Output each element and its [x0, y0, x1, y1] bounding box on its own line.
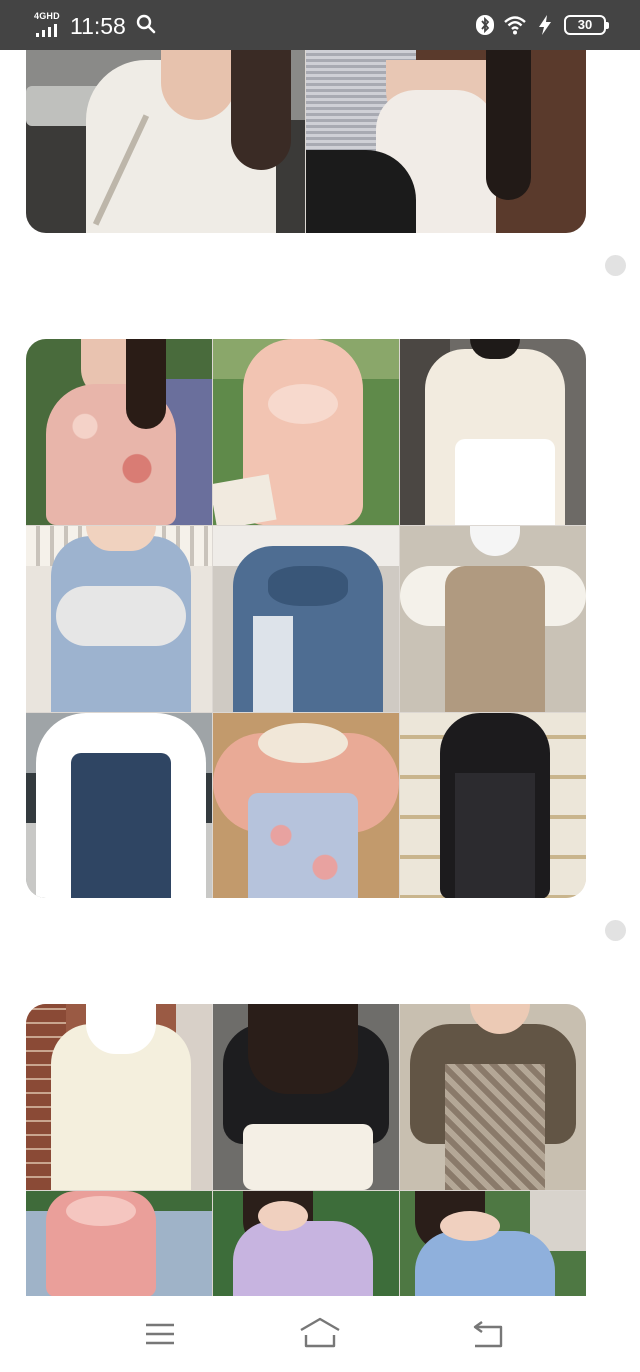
bluetooth-icon: [476, 15, 494, 35]
cream-tie-neck-dress-photo[interactable]: [400, 339, 586, 525]
home-icon[interactable]: [298, 1314, 342, 1354]
cream-lace-midi-dress-photo[interactable]: [26, 1004, 212, 1190]
battery-level: 30: [577, 17, 593, 32]
lace-collar-floral-dress-photo[interactable]: [213, 713, 399, 898]
post-options-dot[interactable]: [605, 255, 626, 276]
denim-bow-dress-photo[interactable]: [213, 526, 399, 712]
post-options-dot[interactable]: [605, 920, 626, 941]
ivory-camisole-photo[interactable]: [306, 50, 586, 233]
wifi-icon: [504, 16, 526, 35]
battery-icon: 30: [564, 15, 609, 35]
blue-floral-off-shoulder-photo[interactable]: [400, 1191, 586, 1296]
black-cardigan-ruffle-skirt-photo[interactable]: [213, 1004, 399, 1190]
cream-puff-sleeve-blouse-photo[interactable]: [26, 50, 305, 233]
search-icon[interactable]: [136, 14, 156, 34]
network-type: 4GHD: [34, 11, 60, 21]
status-bar: 4GHD 11:58 30: [0, 0, 640, 50]
brown-vest-dress-photo[interactable]: [400, 526, 586, 712]
plaid-dress-olive-cardigan-photo[interactable]: [400, 1004, 586, 1190]
charging-icon: [539, 15, 551, 35]
post-image-gallery[interactable]: [26, 1004, 586, 1296]
pink-floral-sundress-photo[interactable]: [26, 339, 212, 525]
system-navigation-bar: [0, 1296, 640, 1372]
post-image-gallery[interactable]: [26, 50, 586, 233]
cellular-signal-icon: 4GHD: [34, 11, 64, 37]
post-image-gallery[interactable]: [26, 339, 586, 898]
pink-ruffle-dress-photo[interactable]: [26, 1191, 212, 1296]
denim-pinafore-photo[interactable]: [26, 713, 212, 898]
lilac-floral-dress-photo[interactable]: [213, 1191, 399, 1296]
black-lace-dress-photo[interactable]: [400, 713, 586, 898]
menu-icon[interactable]: [138, 1314, 182, 1354]
back-icon[interactable]: [466, 1314, 510, 1354]
blue-bow-top-photo[interactable]: [26, 526, 212, 712]
peach-tulle-dress-photo[interactable]: [213, 339, 399, 525]
clock: 11:58: [70, 13, 126, 39]
